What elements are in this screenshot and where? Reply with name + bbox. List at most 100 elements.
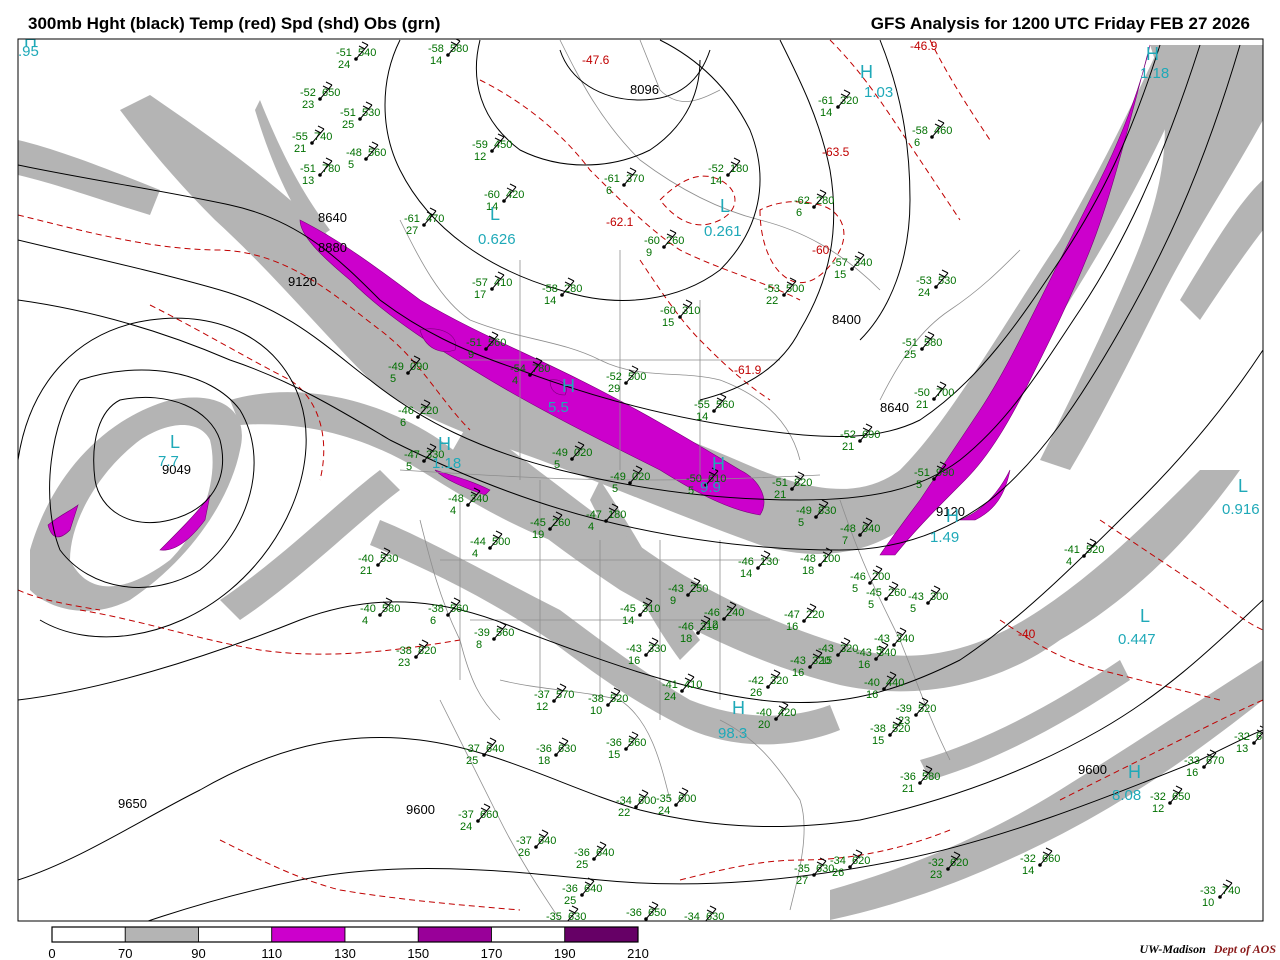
obs-temperature: -32 (1020, 853, 1036, 865)
obs-dewpoint-depression: 25 (342, 119, 354, 131)
obs-temperature: -36 (900, 771, 916, 783)
hilo-letter: H (712, 454, 725, 474)
obs-dewpoint-depression: 14 (820, 107, 832, 119)
obs-temperature: -51 (336, 47, 352, 59)
obs-temperature: -33 (1184, 755, 1200, 767)
colorbar-tick-label: 130 (334, 946, 356, 960)
obs-dewpoint-depression: 14 (544, 295, 556, 307)
obs-temperature: -51 (300, 163, 316, 175)
obs-dewpoint-depression: 4 (362, 615, 368, 627)
obs-dewpoint-depression: 26 (832, 867, 844, 879)
obs-dewpoint-depression: 9 (468, 349, 474, 361)
hilo-value: 1.49 (930, 529, 959, 546)
hilo-value: .95 (18, 43, 39, 60)
obs-dewpoint-depression: 16 (858, 659, 870, 671)
height-label: 9650 (118, 796, 147, 811)
obs-temperature: -44 (470, 536, 486, 548)
obs-dewpoint-depression: 4 (450, 505, 456, 517)
temperature-label: -62.1 (606, 215, 634, 229)
obs-dewpoint-depression: 5 (852, 583, 858, 595)
hilo-letter: H (438, 434, 451, 454)
obs-dewpoint-depression: 6 (914, 137, 920, 149)
obs-temperature: -51 (914, 467, 930, 479)
hilo-value: 9.9 (700, 479, 721, 496)
obs-temperature: -61 (818, 95, 834, 107)
obs-dewpoint-depression: 25 (466, 755, 478, 767)
obs-station-dot (702, 921, 706, 925)
obs-temperature: -32 (1234, 731, 1250, 743)
obs-temperature: -41 (662, 679, 678, 691)
obs-temperature: -55 (292, 131, 308, 143)
colorbar-tick-label: 110 (261, 946, 282, 960)
obs-temperature: -58 (912, 125, 928, 137)
temperature-label: -40 (1018, 627, 1036, 641)
obs-temperature: -49 (388, 361, 404, 373)
obs-temperature: -48 (800, 553, 816, 565)
temperature-label: -61.9 (734, 363, 762, 377)
colorbar-tick-label: 0 (48, 946, 55, 960)
obs-temperature: -45 (866, 587, 882, 599)
hilo-letter: L (490, 204, 500, 224)
hilo-value: 0.447 (1118, 631, 1156, 648)
obs-dewpoint-depression: 29 (608, 383, 620, 395)
obs-dewpoint-depression: 18 (538, 755, 550, 767)
height-label: 9120 (288, 274, 317, 289)
obs-dewpoint-depression: 14 (696, 411, 708, 423)
colorbar-segment (198, 926, 273, 943)
hilo-letter: H (1128, 762, 1141, 782)
obs-temperature: -34 (830, 855, 846, 867)
obs-dewpoint-depression: 5 (554, 459, 560, 471)
obs-dewpoint-depression: 23 (302, 99, 314, 111)
colorbar-tick-label: 90 (191, 946, 205, 960)
obs-temperature: -38 (588, 693, 604, 705)
obs-temperature: -36 (574, 847, 590, 859)
obs-temperature: -32 (928, 857, 944, 869)
obs-temperature: -60 (660, 305, 676, 317)
obs-temperature: -40 (864, 677, 880, 689)
obs-dewpoint-depression: 22 (766, 295, 778, 307)
obs-dewpoint-depression: 16 (792, 667, 804, 679)
obs-temperature: -37 (534, 689, 550, 701)
obs-temperature: -61 (604, 173, 620, 185)
obs-temperature: -49 (552, 447, 568, 459)
obs-dewpoint-depression: 16 (1186, 767, 1198, 779)
temperature-label: -46.9 (910, 39, 938, 53)
obs-dewpoint-depression: 19 (532, 529, 544, 541)
hilo-letter: H (562, 376, 575, 396)
obs-dewpoint-depression: 14 (430, 55, 442, 67)
obs-temperature: -39 (896, 703, 912, 715)
obs-dewpoint-depression: 12 (1152, 803, 1164, 815)
obs-temperature: -48 (346, 147, 362, 159)
obs-dewpoint-depression: 26 (750, 687, 762, 699)
obs-temperature: -43 (874, 633, 890, 645)
obs-dewpoint-depression: 21 (360, 565, 372, 577)
hilo-value: 0.626 (478, 231, 516, 248)
obs-dewpoint-depression: 10 (590, 705, 602, 717)
obs-dewpoint-depression: 20 (758, 719, 770, 731)
hilo-value: 5.5 (548, 399, 569, 416)
obs-dewpoint-depression: 15 (608, 749, 620, 761)
hilo-value: 1.03 (864, 84, 893, 101)
obs-temperature: -52 (300, 87, 316, 99)
obs-dewpoint-depression: 25 (564, 895, 576, 907)
obs-dewpoint-depression: 25 (576, 859, 588, 871)
height-label: 8096 (630, 82, 659, 97)
obs-dewpoint-depression: 21 (774, 489, 786, 501)
obs-dewpoint-depression: 5 (798, 517, 804, 529)
colorbar-segment (344, 926, 419, 943)
hilo-letter: L (1238, 476, 1248, 496)
obs-temperature: -45 (620, 603, 636, 615)
hilo-value: 98.3 (718, 725, 747, 742)
temperature-label: -60 (812, 243, 830, 257)
obs-dewpoint-depression: 27 (796, 875, 808, 887)
obs-temperature: -43 (668, 583, 684, 595)
height-label: 8880 (318, 240, 347, 255)
obs-temperature: -48 (448, 493, 464, 505)
hilo-letter: L (1140, 606, 1150, 626)
hilo-letter: L (720, 196, 730, 216)
obs-dewpoint-depression: 6 (400, 417, 406, 429)
obs-temperature: -55 (694, 399, 710, 411)
colorbar-segment (417, 926, 492, 943)
obs-temperature: -49 (610, 471, 626, 483)
obs-temperature: -41 (1064, 544, 1080, 556)
